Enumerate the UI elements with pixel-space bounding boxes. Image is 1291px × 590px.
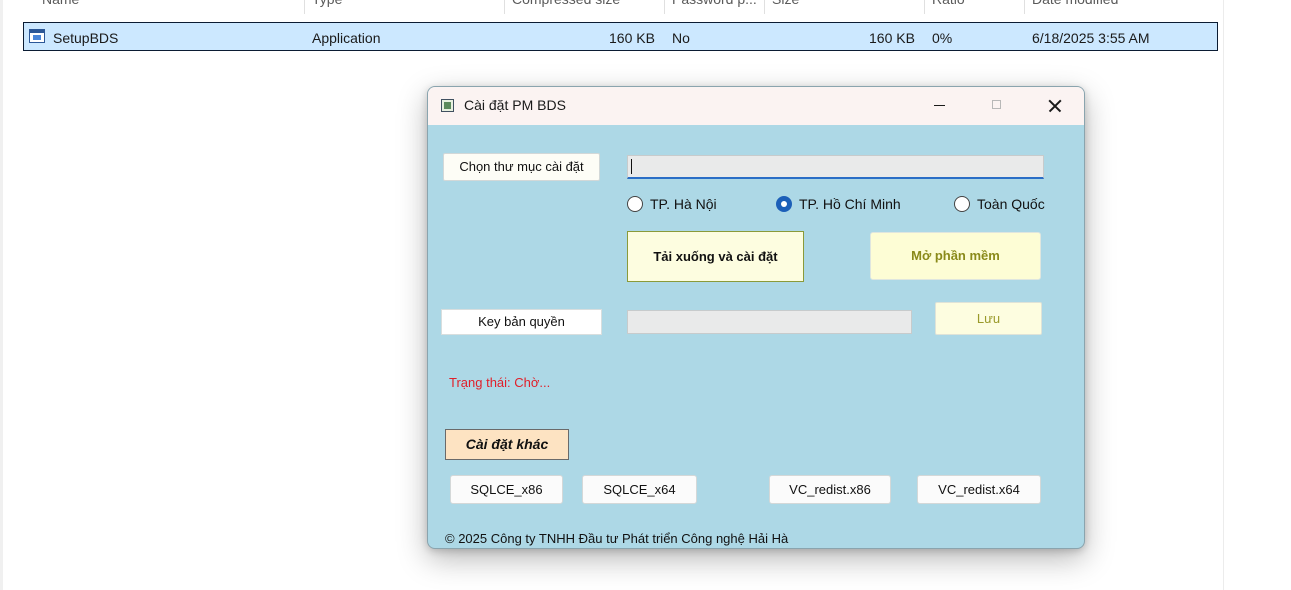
sqlce-x64-button[interactable]: SQLCE_x64 bbox=[582, 475, 697, 504]
minimize-button[interactable] bbox=[910, 87, 968, 125]
column-header-password[interactable]: Password p... bbox=[672, 0, 757, 9]
choose-folder-button[interactable]: Chọn thư mục cài đặt bbox=[443, 153, 600, 181]
text-caret bbox=[631, 159, 632, 174]
sqlce-x86-button[interactable]: SQLCE_x86 bbox=[450, 475, 563, 504]
column-header-size[interactable]: Size bbox=[772, 0, 799, 9]
application-icon bbox=[29, 29, 45, 43]
license-key-input[interactable] bbox=[627, 310, 912, 334]
column-header-compressed-size[interactable]: Compressed size bbox=[512, 0, 620, 9]
column-separator bbox=[664, 0, 665, 14]
column-separator bbox=[764, 0, 765, 14]
vc-redist-x86-button[interactable]: VC_redist.x86 bbox=[769, 475, 891, 504]
app-icon bbox=[441, 99, 454, 112]
vc-redist-x64-button[interactable]: VC_redist.x64 bbox=[917, 475, 1041, 504]
copyright-text: © 2025 Công ty TNHH Đầu tư Phát triển Cô… bbox=[445, 531, 789, 546]
file-date-modified: 6/18/2025 3:55 AM bbox=[1032, 30, 1150, 46]
close-button[interactable] bbox=[1026, 87, 1084, 125]
radio-label: TP. Hà Nội bbox=[650, 196, 717, 212]
column-header-ratio[interactable]: Ratio bbox=[932, 0, 965, 9]
maximize-button bbox=[968, 87, 1026, 125]
file-type: Application bbox=[312, 30, 381, 46]
other-install-button[interactable]: Cài đặt khác bbox=[445, 429, 569, 460]
column-header-name[interactable]: Name bbox=[42, 0, 79, 9]
file-ratio: 0% bbox=[932, 30, 953, 46]
column-separator bbox=[924, 0, 925, 14]
explorer-left-edge bbox=[0, 0, 3, 590]
file-name: SetupBDS bbox=[53, 30, 119, 46]
radio-indicator bbox=[627, 196, 643, 212]
explorer-right-edge bbox=[1223, 0, 1224, 590]
file-password: No bbox=[672, 30, 690, 46]
radio-indicator bbox=[954, 196, 970, 212]
license-key-button[interactable]: Key bản quyền bbox=[441, 309, 602, 335]
install-path-input[interactable] bbox=[627, 155, 1044, 179]
file-row-setupbds[interactable]: SetupBDS Application 160 KB No 160 KB 0%… bbox=[23, 22, 1218, 51]
column-separator bbox=[504, 0, 505, 14]
radio-indicator-selected bbox=[776, 196, 792, 212]
open-software-button[interactable]: Mở phần mềm bbox=[870, 232, 1041, 280]
status-text: Trạng thái: Chờ... bbox=[449, 375, 551, 390]
file-size: 160 KB bbox=[869, 30, 915, 46]
column-header-date-modified[interactable]: Date modified bbox=[1032, 0, 1118, 9]
download-install-button[interactable]: Tải xuống và cài đặt bbox=[627, 231, 804, 282]
column-header-type[interactable]: Type bbox=[312, 0, 342, 9]
radio-label: Toàn Quốc bbox=[977, 196, 1045, 212]
maximize-icon bbox=[992, 100, 1001, 109]
file-compressed-size: 160 KB bbox=[609, 30, 655, 46]
radio-label: TP. Hồ Chí Minh bbox=[799, 196, 901, 212]
installer-dialog: Cài đặt PM BDS Chọn thư mục cài đặt TP. … bbox=[427, 86, 1085, 549]
column-separator bbox=[304, 0, 305, 14]
dialog-title: Cài đặt PM BDS bbox=[464, 97, 566, 113]
save-button[interactable]: Lưu bbox=[935, 302, 1042, 335]
column-separator bbox=[1024, 0, 1025, 14]
title-bar[interactable]: Cài đặt PM BDS bbox=[428, 87, 1084, 125]
